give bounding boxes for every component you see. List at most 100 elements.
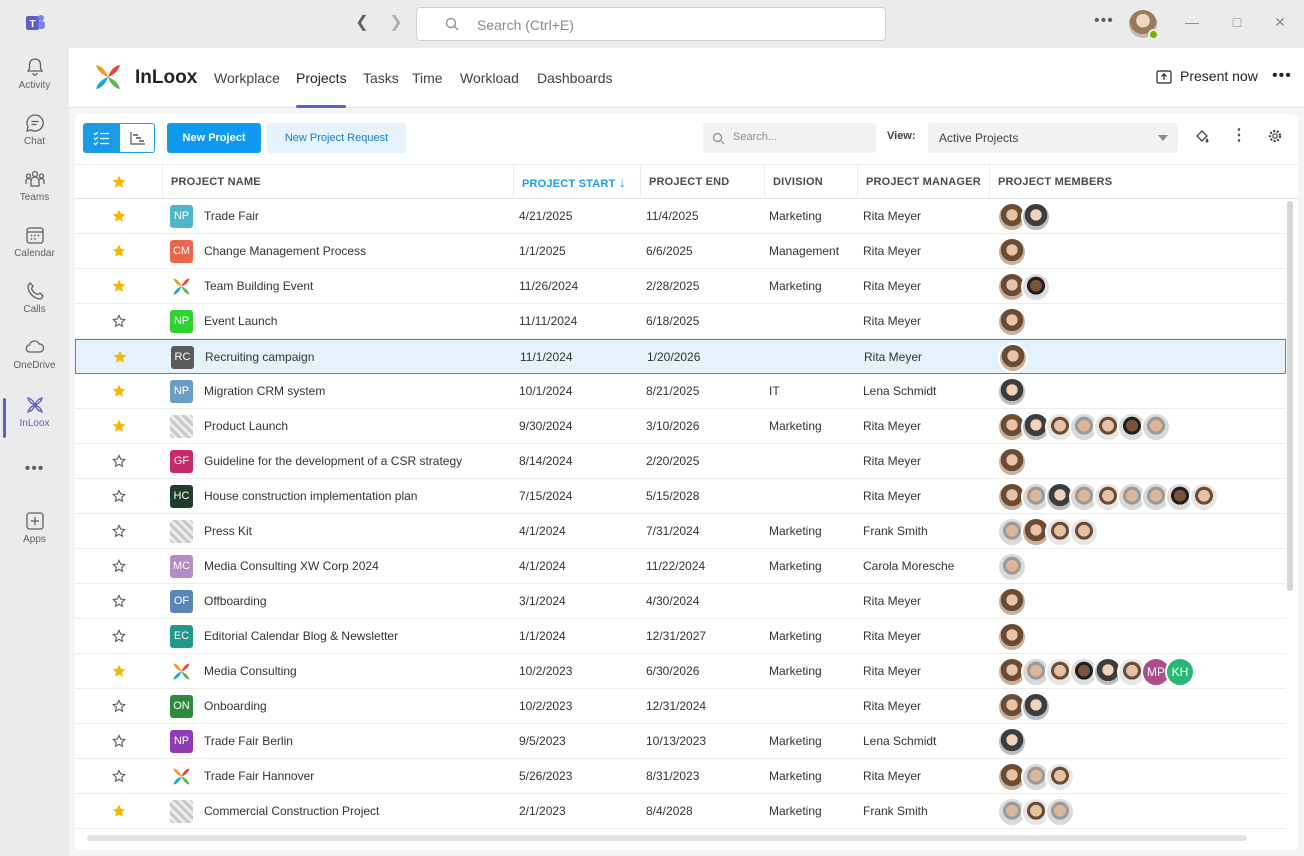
member-avatar[interactable] bbox=[1141, 412, 1171, 442]
paint-bucket-icon[interactable] bbox=[1193, 128, 1211, 146]
column-project-members[interactable]: PROJECT MEMBERS bbox=[998, 165, 1112, 199]
project-name-cell[interactable]: Trade Fair Berlin bbox=[204, 724, 293, 758]
more-options-icon[interactable]: ••• bbox=[1272, 67, 1292, 85]
member-avatar[interactable] bbox=[997, 447, 1027, 477]
column-division[interactable]: DIVISION bbox=[773, 165, 823, 199]
member-avatar[interactable] bbox=[997, 622, 1027, 652]
table-row[interactable]: Product Launch 9/30/2024 3/10/2026 Marketin… bbox=[75, 409, 1286, 444]
star-filled-icon[interactable] bbox=[112, 664, 126, 678]
table-row[interactable]: Commercial Construction Project 2/1/2023 8… bbox=[75, 794, 1286, 829]
project-name-cell[interactable]: Editorial Calendar Blog & Newsletter bbox=[204, 619, 398, 653]
member-avatar[interactable] bbox=[997, 377, 1027, 407]
table-row[interactable]: OF Offboarding 3/1/2024 4/30/2024 Rita Meyer bbox=[75, 584, 1286, 619]
member-avatar[interactable] bbox=[997, 587, 1027, 617]
project-name-cell[interactable]: Recruiting campaign bbox=[205, 340, 314, 374]
back-arrow-icon[interactable]: ❮ bbox=[352, 13, 372, 33]
star-outline-icon[interactable] bbox=[112, 454, 126, 468]
new-project-request-button[interactable]: New Project Request bbox=[267, 123, 406, 153]
project-name-cell[interactable]: Guideline for the development of a CSR s… bbox=[204, 444, 462, 478]
project-name-cell[interactable]: Product Launch bbox=[204, 409, 288, 443]
table-row[interactable]: CM Change Management Process 1/1/2025 6/6/2… bbox=[75, 234, 1286, 269]
column-project-start[interactable]: PROJECT START ↓ bbox=[522, 165, 626, 199]
project-name-cell[interactable]: Offboarding bbox=[204, 584, 267, 618]
table-row[interactable]: EC Editorial Calendar Blog & Newsletter 1/… bbox=[75, 619, 1286, 654]
minimize-icon[interactable]: — bbox=[1182, 12, 1202, 32]
favorite-column-star-icon[interactable] bbox=[112, 175, 126, 189]
star-outline-icon[interactable] bbox=[112, 594, 126, 608]
global-search-input[interactable]: Search (Ctrl+E) bbox=[416, 7, 886, 41]
star-filled-icon[interactable] bbox=[112, 244, 126, 258]
tab-tasks[interactable]: Tasks bbox=[363, 70, 399, 86]
table-row[interactable]: Press Kit 4/1/2024 7/31/2024 Marketing Frank… bbox=[75, 514, 1286, 549]
star-outline-icon[interactable] bbox=[112, 629, 126, 643]
project-name-cell[interactable]: Media Consulting bbox=[204, 654, 297, 688]
member-avatar[interactable]: KH bbox=[1165, 657, 1195, 687]
column-project-end[interactable]: PROJECT END bbox=[649, 165, 729, 199]
table-row[interactable]: GF Guideline for the development of a CSR… bbox=[75, 444, 1286, 479]
rail-item-chat[interactable]: Chat bbox=[0, 112, 69, 162]
table-row[interactable]: HC House construction implementation plan… bbox=[75, 479, 1286, 514]
horizontal-scrollbar[interactable] bbox=[87, 835, 1247, 841]
tab-projects[interactable]: Projects bbox=[296, 70, 347, 86]
star-filled-icon[interactable] bbox=[112, 419, 126, 433]
project-name-cell[interactable]: Event Launch bbox=[204, 304, 277, 338]
gantt-view-button[interactable] bbox=[120, 124, 154, 152]
star-outline-icon[interactable] bbox=[112, 559, 126, 573]
project-name-cell[interactable]: Trade Fair bbox=[204, 199, 259, 233]
star-filled-icon[interactable] bbox=[113, 350, 127, 364]
table-row[interactable]: ON Onboarding 10/2/2023 12/31/2024 Rita Meye… bbox=[75, 689, 1286, 724]
star-filled-icon[interactable] bbox=[112, 209, 126, 223]
star-outline-icon[interactable] bbox=[112, 769, 126, 783]
table-row[interactable]: NP Trade Fair 4/21/2025 11/4/2025 Marketing R… bbox=[75, 199, 1286, 234]
member-avatar[interactable] bbox=[997, 237, 1027, 267]
member-avatar[interactable] bbox=[1045, 797, 1075, 827]
star-outline-icon[interactable] bbox=[112, 699, 126, 713]
tab-workplace[interactable]: Workplace bbox=[214, 70, 280, 86]
list-view-button[interactable] bbox=[84, 124, 120, 152]
star-outline-icon[interactable] bbox=[112, 314, 126, 328]
project-name-cell[interactable]: Team Building Event bbox=[204, 269, 313, 303]
project-name-cell[interactable]: Onboarding bbox=[204, 689, 267, 723]
maximize-icon[interactable]: □ bbox=[1227, 12, 1247, 32]
table-row[interactable]: NP Migration CRM system 10/1/2024 8/21/2025… bbox=[75, 374, 1286, 409]
star-outline-icon[interactable] bbox=[112, 489, 126, 503]
present-now-button[interactable]: Present now bbox=[1156, 68, 1258, 84]
project-name-cell[interactable]: Press Kit bbox=[204, 514, 252, 548]
more-apps-icon[interactable]: ••• bbox=[0, 460, 69, 484]
star-filled-icon[interactable] bbox=[112, 384, 126, 398]
view-select[interactable]: Active Projects bbox=[928, 123, 1178, 153]
member-avatar[interactable] bbox=[997, 552, 1027, 582]
star-outline-icon[interactable] bbox=[112, 734, 126, 748]
tab-workload[interactable]: Workload bbox=[460, 70, 519, 86]
member-avatar[interactable] bbox=[1189, 482, 1219, 512]
member-avatar[interactable] bbox=[1021, 202, 1051, 232]
user-avatar[interactable] bbox=[1129, 10, 1159, 40]
table-row[interactable]: NP Trade Fair Berlin 9/5/2023 10/13/2023 Mar… bbox=[75, 724, 1286, 759]
column-project-name[interactable]: PROJECT NAME bbox=[171, 165, 261, 199]
kebab-menu-icon[interactable]: ⋮ bbox=[1230, 128, 1248, 146]
table-row[interactable]: MC Media Consulting XW Corp 2024 4/1/2024 1… bbox=[75, 549, 1286, 584]
rail-item-activity[interactable]: Activity bbox=[0, 56, 69, 106]
star-filled-icon[interactable] bbox=[112, 804, 126, 818]
table-row[interactable]: Media Consulting 10/2/2023 6/30/2026 Market… bbox=[75, 654, 1286, 689]
project-search-input[interactable]: Search... bbox=[703, 123, 876, 153]
scrollbar-thumb[interactable] bbox=[1287, 201, 1293, 591]
table-row[interactable]: RC Recruiting campaign 11/1/2024 1/20/2026 R… bbox=[75, 339, 1286, 374]
star-outline-icon[interactable] bbox=[112, 524, 126, 538]
member-avatar[interactable] bbox=[998, 343, 1028, 373]
member-avatar[interactable] bbox=[997, 727, 1027, 757]
project-name-cell[interactable]: Trade Fair Hannover bbox=[204, 759, 314, 793]
rail-item-apps[interactable]: Apps bbox=[0, 510, 69, 560]
rail-item-inloox[interactable]: InLoox bbox=[0, 394, 69, 444]
forward-arrow-icon[interactable]: ❯ bbox=[386, 13, 406, 33]
rail-item-calls[interactable]: Calls bbox=[0, 280, 69, 330]
member-avatar[interactable] bbox=[1021, 692, 1051, 722]
close-icon[interactable]: ✕ bbox=[1270, 12, 1290, 32]
table-row[interactable]: NP Event Launch 11/11/2024 6/18/2025 Rita Me… bbox=[75, 304, 1286, 339]
table-row[interactable]: Team Building Event 11/26/2024 2/28/2025 Ma… bbox=[75, 269, 1286, 304]
rail-item-teams[interactable]: Teams bbox=[0, 168, 69, 218]
settings-gear-icon[interactable] bbox=[1266, 128, 1284, 146]
member-avatar[interactable] bbox=[1045, 762, 1075, 792]
star-filled-icon[interactable] bbox=[112, 279, 126, 293]
project-name-cell[interactable]: Change Management Process bbox=[204, 234, 366, 268]
